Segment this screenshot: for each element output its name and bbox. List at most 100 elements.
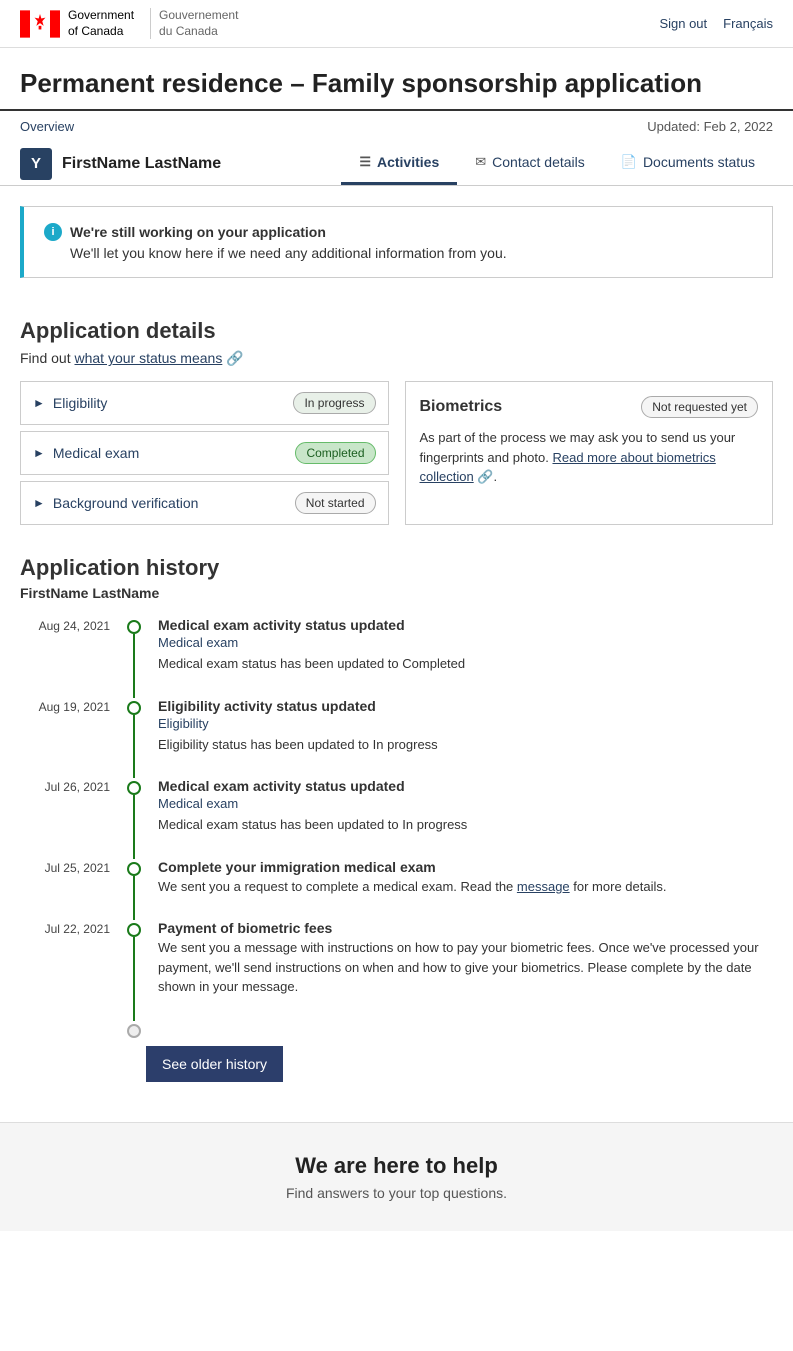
timeline-date-3: Jul 26, 2021 [20, 778, 110, 859]
help-footer-text: Find answers to your top questions. [20, 1185, 773, 1201]
activity-row-eligibility: ► Eligibility In progress [20, 381, 389, 425]
background-badge: Not started [295, 492, 376, 514]
chevron-icon-eligibility: ► [33, 396, 45, 410]
timeline-date-5: Jul 22, 2021 [20, 920, 110, 1021]
biometrics-badge: Not requested yet [641, 396, 758, 418]
timeline-connector-3 [133, 795, 135, 859]
overview-bar: Overview Updated: Feb 2, 2022 [0, 111, 793, 142]
timeline-desc-1: Medical exam status has been updated to … [158, 654, 773, 674]
message-link-4[interactable]: message [517, 879, 570, 894]
timeline-dot-5 [127, 923, 141, 937]
sign-out-link[interactable]: Sign out [659, 16, 707, 31]
help-footer-title: We are here to help [20, 1153, 773, 1179]
timeline-dot-2 [127, 701, 141, 715]
background-link[interactable]: Background verification [53, 495, 199, 511]
timeline-dot-3 [127, 781, 141, 795]
history-section: Application history FirstName LastName A… [0, 545, 793, 1122]
gov-logo: Government of Canada Gouvernement du Can… [20, 8, 238, 39]
timeline-end [20, 1021, 773, 1038]
info-banner-header: i We're still working on your applicatio… [44, 223, 756, 241]
timeline-connector-1 [133, 634, 135, 698]
timeline-dot-end [127, 1024, 141, 1038]
status-means-link[interactable]: what your status means [74, 350, 222, 366]
timeline-line-4 [122, 859, 146, 921]
user-avatar: Y [20, 148, 52, 180]
tab-contact-details[interactable]: ✉ Contact details [457, 142, 603, 185]
help-footer: We are here to help Find answers to your… [0, 1122, 793, 1231]
timeline-title-3: Medical exam activity status updated [158, 778, 773, 794]
timeline-content-2: Eligibility activity status updated Elig… [158, 698, 773, 779]
timeline-title-2: Eligibility activity status updated [158, 698, 773, 714]
language-toggle-link[interactable]: Français [723, 16, 773, 31]
history-title: Application history [20, 555, 773, 581]
gov-name-text: Government of Canada [68, 8, 134, 39]
timeline-date-2: Aug 19, 2021 [20, 698, 110, 779]
user-tabs-section: Y FirstName LastName ☰ Activities ✉ Cont… [0, 142, 793, 186]
timeline-date-1: Aug 24, 2021 [20, 617, 110, 698]
chevron-icon-medical: ► [33, 446, 45, 460]
page-title-section: Permanent residence – Family sponsorship… [0, 48, 793, 111]
timeline-item-5: Jul 22, 2021 Payment of biometric fees W… [20, 920, 773, 1021]
timeline-category-3: Medical exam [158, 796, 773, 811]
biometrics-text: As part of the process we may ask you to… [420, 428, 759, 487]
page-title: Permanent residence – Family sponsorship… [20, 68, 773, 99]
timeline-line-3 [122, 778, 146, 859]
timeline-connector-5 [133, 937, 135, 1021]
biometrics-panel: Biometrics Not requested yet As part of … [405, 381, 774, 525]
medical-exam-link[interactable]: Medical exam [53, 445, 139, 461]
timeline-title-5: Payment of biometric fees [158, 920, 773, 936]
timeline-line-1 [122, 617, 146, 698]
timeline-desc-2: Eligibility status has been updated to I… [158, 735, 773, 755]
timeline-category-1: Medical exam [158, 635, 773, 650]
timeline-content-1: Medical exam activity status updated Med… [158, 617, 773, 698]
timeline-content-3: Medical exam activity status updated Med… [158, 778, 773, 859]
header-links: Sign out Français [659, 16, 773, 31]
tab-activities[interactable]: ☰ Activities [341, 142, 457, 185]
timeline-desc-5: We sent you a message with instructions … [158, 938, 773, 997]
canada-flag [20, 10, 60, 38]
tab-nav: ☰ Activities ✉ Contact details 📄 Documen… [341, 142, 773, 185]
info-banner: i We're still working on your applicatio… [20, 206, 773, 278]
timeline-desc-4: We sent you a request to complete a medi… [158, 877, 773, 897]
timeline-category-2: Eligibility [158, 716, 773, 731]
documents-icon: 📄 [621, 154, 637, 170]
timeline-item-3: Jul 26, 2021 Medical exam activity statu… [20, 778, 773, 859]
timeline-line-2 [122, 698, 146, 779]
timeline-dot-4 [127, 862, 141, 876]
timeline-connector-4 [133, 876, 135, 921]
timeline-connector-2 [133, 715, 135, 779]
user-name: FirstName LastName [62, 155, 221, 173]
timeline-content-5: Payment of biometric fees We sent you a … [158, 920, 773, 1021]
history-person-name: FirstName LastName [20, 585, 773, 601]
activities-icon: ☰ [359, 154, 371, 170]
timeline-line-5 [122, 920, 146, 1021]
updated-text: Updated: Feb 2, 2022 [647, 119, 773, 134]
activity-row-background: ► Background verification Not started [20, 481, 389, 525]
info-banner-title: We're still working on your application [70, 224, 326, 240]
timeline-desc-3: Medical exam status has been updated to … [158, 815, 773, 835]
timeline-title-4: Complete your immigration medical exam [158, 859, 773, 875]
timeline-item-2: Aug 19, 2021 Eligibility activity status… [20, 698, 773, 779]
biometrics-title: Biometrics [420, 398, 503, 416]
timeline: Aug 24, 2021 Medical exam activity statu… [20, 617, 773, 1038]
see-older-history-button[interactable]: See older history [146, 1046, 283, 1082]
government-header: Government of Canada Gouvernement du Can… [0, 0, 793, 48]
overview-link[interactable]: Overview [20, 119, 74, 134]
timeline-item-4: Jul 25, 2021 Complete your immigration m… [20, 859, 773, 921]
timeline-end-line [122, 1021, 146, 1038]
timeline-content-4: Complete your immigration medical exam W… [158, 859, 773, 921]
application-details-title: Application details [20, 318, 773, 344]
details-grid: ► Eligibility In progress ► Medical exam… [20, 381, 773, 525]
medical-badge: Completed [295, 442, 375, 464]
eligibility-link[interactable]: Eligibility [53, 395, 107, 411]
timeline-item-1: Aug 24, 2021 Medical exam activity statu… [20, 617, 773, 698]
gov-name-fr: Gouvernement du Canada [150, 8, 238, 39]
application-details-section: Application details Find out what your s… [0, 298, 793, 545]
info-banner-text: We'll let you know here if we need any a… [44, 245, 756, 261]
activity-list: ► Eligibility In progress ► Medical exam… [20, 381, 389, 525]
chevron-icon-background: ► [33, 496, 45, 510]
eligibility-badge: In progress [293, 392, 375, 414]
tab-documents-status[interactable]: 📄 Documents status [603, 142, 773, 185]
info-icon: i [44, 223, 62, 241]
biometrics-header: Biometrics Not requested yet [420, 396, 759, 418]
